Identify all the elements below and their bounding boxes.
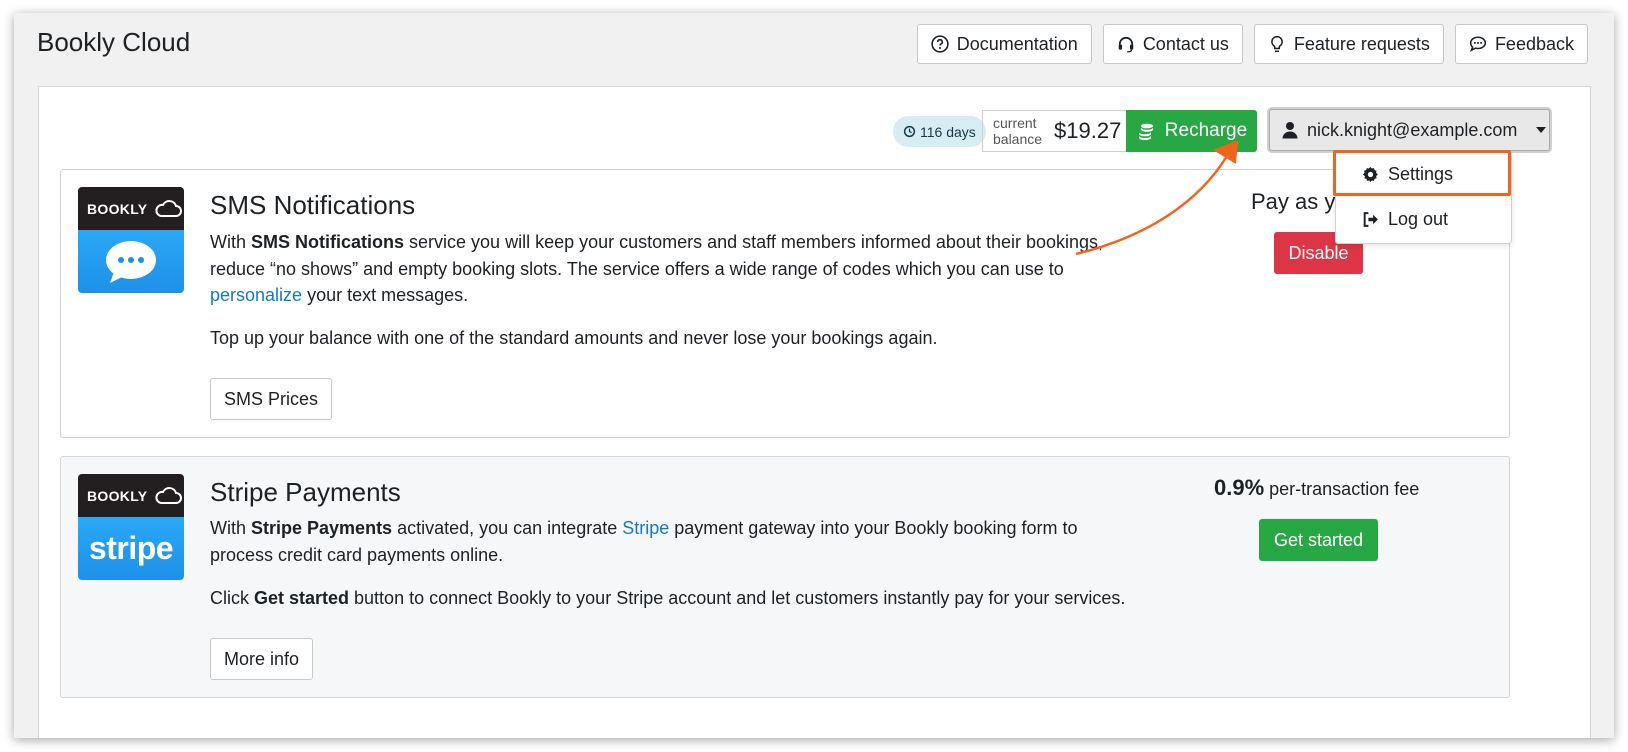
- stripe-payments-card: BOOKLY stripe Stripe Payments With Strip…: [60, 456, 1510, 698]
- user-icon: [1282, 122, 1298, 139]
- recharge-label: Recharge: [1164, 120, 1248, 141]
- headset-icon: [1118, 36, 1134, 53]
- fee-label: per-transaction fee: [1264, 479, 1420, 499]
- balance-label: current balance: [993, 115, 1042, 147]
- cloud-icon: [155, 486, 183, 504]
- sms-logo: BOOKLY: [78, 187, 184, 293]
- bookly-logo-bar: BOOKLY: [78, 474, 184, 517]
- settings-label: Settings: [1388, 163, 1454, 184]
- stripe-desc-middle: activated, you can integrate: [392, 518, 623, 538]
- sms-logo-body: [78, 230, 184, 293]
- cloud-icon: [155, 199, 183, 217]
- stripe-logo-word: stripe: [88, 530, 174, 566]
- feedback-button[interactable]: Feedback: [1454, 24, 1588, 64]
- documentation-button[interactable]: Documentation: [916, 24, 1092, 64]
- transaction-fee: 0.9% per-transaction fee: [1214, 475, 1419, 501]
- page-title: Bookly Cloud: [37, 27, 191, 57]
- sms-prices-button[interactable]: SMS Prices: [210, 378, 333, 420]
- get-started-button[interactable]: Get started: [1259, 519, 1378, 561]
- stripe-desc-bold: Stripe Payments: [251, 518, 393, 538]
- logout-label: Log out: [1388, 208, 1449, 229]
- stripe-title: Stripe Payments: [210, 477, 401, 507]
- speech-bubble-icon: [106, 240, 156, 283]
- balance-value: $19.27: [1054, 118, 1122, 143]
- bookly-logo-text: BOOKLY: [87, 487, 148, 504]
- fee-value: 0.9%: [1214, 475, 1265, 500]
- stripe-instructions: Click Get started button to connect Book…: [210, 585, 1210, 612]
- stripe-logo-body: stripe: [78, 517, 184, 580]
- more-info-button[interactable]: More info: [210, 638, 314, 680]
- coins-icon: [1138, 123, 1153, 140]
- sms-desc-suffix: your text messages.: [302, 285, 469, 305]
- feedback-label: Feedback: [1494, 33, 1574, 54]
- sms-title: SMS Notifications: [210, 190, 416, 220]
- settings-menu-item[interactable]: Settings: [1336, 152, 1511, 196]
- sms-desc-bold: SMS Notifications: [251, 232, 405, 252]
- feature-requests-label: Feature requests: [1293, 33, 1430, 54]
- bookly-logo-text: BOOKLY: [87, 200, 148, 217]
- user-dropdown-menu: Settings Log out: [1335, 151, 1512, 244]
- contact-us-button[interactable]: Contact us: [1102, 24, 1243, 64]
- sms-desc-prefix: With: [210, 232, 252, 252]
- header-actions: Documentation Contact us Feature request…: [916, 24, 1588, 64]
- stripe-desc-prefix: With: [210, 518, 252, 538]
- gear-icon: [1362, 166, 1378, 182]
- contact-us-label: Contact us: [1142, 33, 1229, 54]
- stripe-link[interactable]: Stripe: [622, 518, 669, 538]
- sms-topup-text: Top up your balance with one of the stan…: [210, 328, 938, 348]
- bookly-logo-bar: BOOKLY: [78, 187, 184, 230]
- question-circle-icon: [931, 35, 949, 53]
- balance-label-line2: balance: [993, 131, 1043, 147]
- sms-description: With SMS Notifications service you will …: [210, 229, 1130, 309]
- app-window: Bookly Cloud Documentation Contact us Fe…: [14, 13, 1614, 738]
- stripe-instr-prefix: Click: [210, 588, 254, 608]
- sign-out-icon: [1363, 211, 1378, 227]
- sms-notifications-card: BOOKLY SMS Notifications With SMS Notifi…: [60, 169, 1510, 438]
- recharge-button[interactable]: Recharge: [1126, 110, 1257, 152]
- current-balance: current balance $19.27: [982, 110, 1127, 152]
- chevron-down-icon: [1536, 127, 1547, 133]
- balance-label-line1: current: [993, 115, 1037, 131]
- personalize-link[interactable]: personalize: [210, 285, 302, 305]
- chat-icon: [1469, 36, 1487, 52]
- days-badge: 116 days: [893, 116, 986, 147]
- days-badge-label: 116 days: [920, 123, 976, 140]
- user-menu-button[interactable]: nick.knight@example.com: [1269, 109, 1550, 151]
- stripe-instr-suffix: button to connect Bookly to your Stripe …: [349, 588, 1126, 608]
- documentation-label: Documentation: [956, 33, 1078, 54]
- stripe-logo: BOOKLY stripe: [78, 474, 184, 580]
- stripe-description: With Stripe Payments activated, you can …: [210, 515, 1130, 568]
- clock-history-icon: [903, 125, 916, 138]
- feature-requests-button[interactable]: Feature requests: [1253, 24, 1444, 64]
- lightbulb-icon: [1271, 35, 1283, 53]
- user-email: nick.knight@example.com: [1307, 119, 1518, 140]
- stripe-instr-bold: Get started: [254, 588, 350, 608]
- logout-menu-item[interactable]: Log out: [1336, 197, 1511, 241]
